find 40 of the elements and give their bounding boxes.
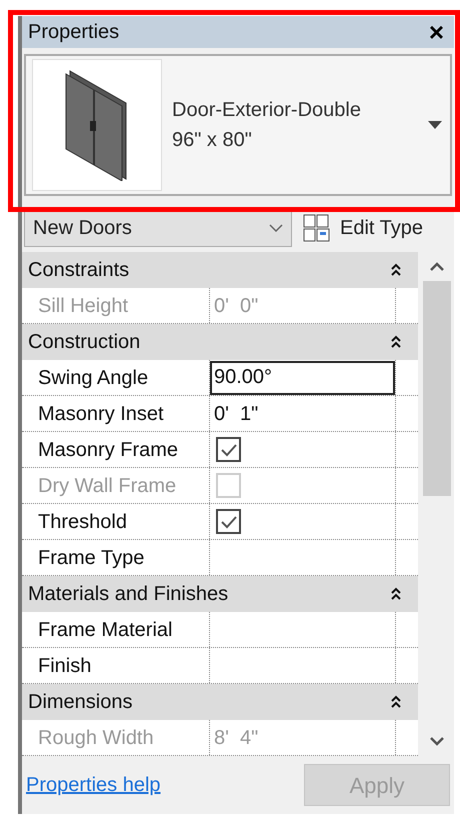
type-selector[interactable]: Door-Exterior-Double 96" x 80" [24,54,452,196]
property-label: Rough Width [38,726,154,750]
checkbox[interactable] [216,509,241,534]
scrollbar-thumb[interactable] [423,281,451,496]
value-field[interactable]: 90.00° [210,360,395,394]
edit-type-button[interactable]: Edit Type [302,213,424,243]
section-header[interactable]: Dimensions [22,684,418,720]
chevron-down-icon [430,737,444,746]
property-label: Masonry Frame [38,438,178,462]
window-title: Properties [28,20,120,45]
property-label: Swing Angle [38,366,148,390]
section-header[interactable]: Construction [22,324,418,360]
property-value: 0' 0" [213,294,258,318]
collapse-icon[interactable] [390,334,402,350]
properties-help-link[interactable]: Properties help [26,770,161,800]
section-header[interactable]: Constraints [22,252,418,288]
property-label: Frame Type [38,546,144,570]
property-label: Sill Height [38,294,128,318]
property-value: 8' 4" [213,726,258,750]
collapse-icon[interactable] [390,694,402,710]
type-name: Door-Exterior-Double [172,98,362,123]
check-icon [220,514,238,528]
close-button[interactable]: × [424,19,448,45]
check-icon [220,442,238,456]
chevron-down-icon [269,224,283,232]
collapse-icon[interactable] [390,586,402,602]
property-label: Finish [38,654,92,678]
property-label: Masonry Inset [38,402,164,426]
edit-type-icon [302,213,332,243]
checkbox[interactable] [216,437,241,462]
chevron-up-icon [430,262,444,271]
dropdown-arrow-icon [428,121,442,129]
collapse-icon[interactable] [390,262,402,278]
property-label: Frame Material [38,618,172,642]
property-label: Dry Wall Frame [38,474,176,498]
type-size: 96" x 80" [172,128,253,153]
property-value: 0' 1" [213,402,258,426]
instance-filter-dropdown[interactable]: New Doors [24,209,292,247]
property-label: Threshold [38,510,127,534]
section-header[interactable]: Materials and Finishes [22,576,418,612]
